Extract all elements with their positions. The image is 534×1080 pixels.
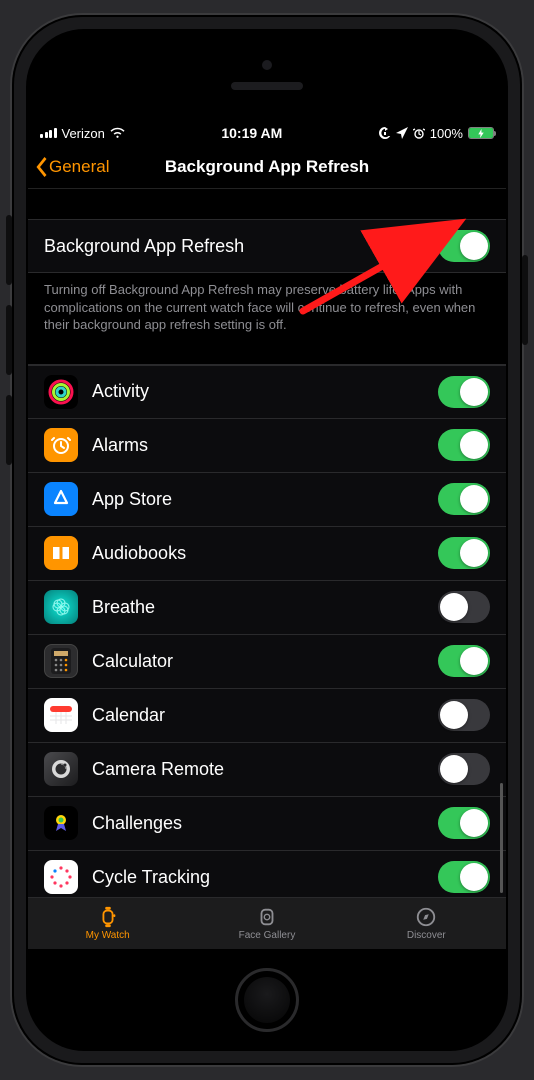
front-camera-icon: [262, 60, 272, 70]
chin: [26, 949, 508, 1051]
chevron-left-icon: [34, 157, 47, 177]
master-toggle-label: Background App Refresh: [44, 236, 438, 257]
app-label: Calculator: [92, 651, 438, 672]
face-gallery-icon: [255, 906, 279, 928]
location-icon: [396, 127, 408, 139]
app-label: Camera Remote: [92, 759, 438, 780]
signal-bars-icon: [40, 128, 57, 138]
activity-icon: [44, 375, 78, 409]
app-row-calendar: Calendar: [28, 689, 506, 743]
toggle-camera[interactable]: [438, 753, 490, 785]
toggle-breathe[interactable]: [438, 591, 490, 623]
master-toggle-cell: Background App Refresh: [28, 219, 506, 273]
compass-icon: [414, 906, 438, 928]
app-label: Calendar: [92, 705, 438, 726]
status-bar: Verizon 10:19 AM 100%: [28, 121, 506, 145]
toggle-activity[interactable]: [438, 376, 490, 408]
master-toggle-footer: Turning off Background App Refresh may p…: [28, 273, 506, 334]
iphone-frame: Verizon 10:19 AM 100% Ge: [12, 15, 522, 1065]
audiobooks-icon: [44, 536, 78, 570]
toggle-alarms[interactable]: [438, 429, 490, 461]
back-label: General: [49, 157, 109, 177]
app-label: Activity: [92, 381, 438, 402]
appstore-icon: [44, 482, 78, 516]
calendar-icon: [44, 698, 78, 732]
app-row-challenges: Challenges: [28, 797, 506, 851]
alarm-app-icon: [44, 428, 78, 462]
app-row-alarms: Alarms: [28, 419, 506, 473]
orientation-lock-icon: [379, 127, 391, 139]
toggle-challenges[interactable]: [438, 807, 490, 839]
app-row-audiobooks: Audiobooks: [28, 527, 506, 581]
app-row-calculator: Calculator: [28, 635, 506, 689]
nav-bar: General Background App Refresh: [28, 145, 506, 189]
app-row-appstore: App Store: [28, 473, 506, 527]
app-label: Audiobooks: [92, 543, 438, 564]
app-label: Breathe: [92, 597, 438, 618]
toggle-calendar[interactable]: [438, 699, 490, 731]
app-label: Challenges: [92, 813, 438, 834]
app-list: Activity Alarms App St: [28, 364, 506, 897]
breathe-icon: [44, 590, 78, 624]
app-row-breathe: Breathe: [28, 581, 506, 635]
tab-face-gallery[interactable]: Face Gallery: [187, 898, 346, 949]
camera-icon: [44, 752, 78, 786]
speaker-area: [26, 29, 508, 121]
tab-my-watch[interactable]: My Watch: [28, 898, 187, 949]
toggle-calculator[interactable]: [438, 645, 490, 677]
earpiece-speaker: [231, 82, 303, 90]
bezel: Verizon 10:19 AM 100% Ge: [26, 29, 508, 1051]
tab-label: My Watch: [86, 930, 130, 941]
wifi-icon: [110, 127, 125, 139]
tab-discover[interactable]: Discover: [347, 898, 506, 949]
app-row-activity: Activity: [28, 365, 506, 419]
calculator-icon: [44, 644, 78, 678]
battery-icon: [468, 127, 494, 139]
tab-label: Discover: [407, 930, 446, 941]
app-row-cycle: Cycle Tracking: [28, 851, 506, 897]
home-button[interactable]: [235, 968, 299, 1032]
battery-pct: 100%: [430, 126, 463, 141]
tab-bar: My Watch Face Gallery Discover: [28, 897, 506, 949]
cycle-tracking-icon: [44, 860, 78, 894]
settings-content[interactable]: Background App Refresh Turning off Backg…: [28, 189, 506, 897]
app-label: Cycle Tracking: [92, 867, 438, 888]
app-label: Alarms: [92, 435, 438, 456]
watch-icon: [96, 906, 120, 928]
app-label: App Store: [92, 489, 438, 510]
scrollbar[interactable]: [500, 783, 503, 893]
back-button[interactable]: General: [34, 157, 109, 177]
toggle-appstore[interactable]: [438, 483, 490, 515]
toggle-audiobooks[interactable]: [438, 537, 490, 569]
status-time: 10:19 AM: [221, 125, 282, 141]
challenges-icon: [44, 806, 78, 840]
carrier-label: Verizon: [62, 126, 105, 141]
screen: Verizon 10:19 AM 100% Ge: [28, 121, 506, 949]
master-toggle[interactable]: [438, 230, 490, 262]
toggle-cycle[interactable]: [438, 861, 490, 893]
alarm-icon: [413, 127, 425, 139]
app-row-camera: Camera Remote: [28, 743, 506, 797]
tab-label: Face Gallery: [239, 930, 296, 941]
